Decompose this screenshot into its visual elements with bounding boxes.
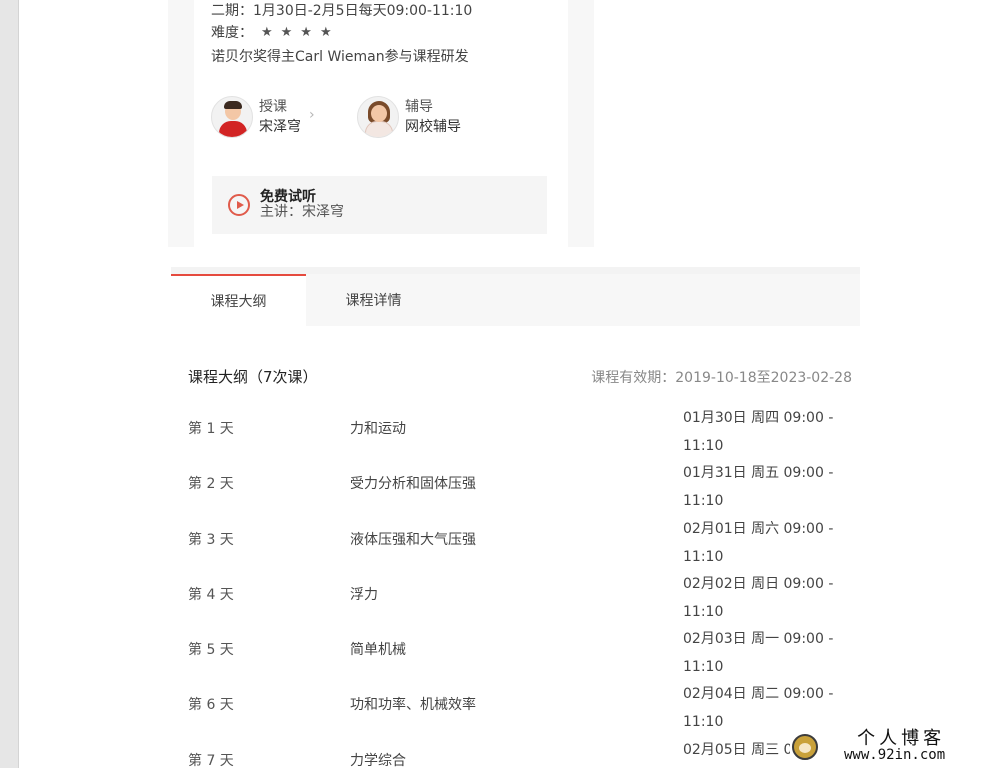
schedule-day: 第 7 天 bbox=[188, 752, 234, 768]
free-trial-lecturer: 主讲：宋泽穹 bbox=[260, 204, 344, 220]
teacher-card[interactable]: 授课 宋泽穹 › bbox=[211, 96, 315, 138]
outline-title: 课程大纲（7次课） bbox=[188, 368, 318, 386]
course-note: 诺贝尔奖得主Carl Wieman参与课程研发 bbox=[211, 49, 469, 65]
schedule-time: 02月02日 周日 09:00 - 11:10 bbox=[683, 575, 834, 620]
tutor-card: 辅导 网校辅导 bbox=[357, 96, 461, 138]
teacher-name: 宋泽穹 bbox=[259, 119, 301, 135]
course-difficulty: 难度： ★★★★ bbox=[211, 22, 340, 42]
chevron-right-icon: › bbox=[309, 107, 315, 123]
teacher-avatar bbox=[211, 96, 253, 138]
schedule-row: 第 5 天 简单机械 02月03日 周一 09:00 - 11:10 bbox=[188, 623, 852, 678]
schedule-topic: 液体压强和大气压强 bbox=[350, 531, 476, 548]
tutor-avatar bbox=[357, 96, 399, 138]
tutor-name: 网校辅导 bbox=[405, 119, 461, 135]
course-tabs: 课程大纲 课程详情 bbox=[171, 274, 860, 326]
tab-course-outline[interactable]: 课程大纲 bbox=[171, 274, 306, 326]
schedule-day: 第 3 天 bbox=[188, 531, 234, 548]
blog-watermark: 个人博客 www.92in.com bbox=[790, 726, 980, 768]
schedule-topic: 功和功率、机械效率 bbox=[350, 697, 476, 714]
schedule-day: 第 5 天 bbox=[188, 642, 234, 659]
schedule-time: 02月03日 周一 09:00 - 11:10 bbox=[683, 631, 834, 676]
schedule-row: 第 7 天 力学综合 02月05日 周三 09:00 - 11:10 bbox=[188, 734, 852, 768]
watermark-url: www.92in.com bbox=[844, 747, 946, 763]
difficulty-label: 难度： bbox=[211, 25, 253, 41]
schedule-topic: 力和运动 bbox=[350, 421, 406, 437]
mascot-icon bbox=[792, 734, 818, 760]
schedule-time: 01月30日 周四 09:00 - 11:10 bbox=[683, 410, 834, 454]
schedule-row: 第 1 天 力和运动 01月30日 周四 09:00 - 11:10 bbox=[188, 402, 852, 457]
schedule-time: 01月31日 周五 09:00 - 11:10 bbox=[683, 465, 834, 510]
schedule-row: 第 2 天 受力分析和固体压强 01月31日 周五 09:00 - 11:10 bbox=[188, 457, 852, 512]
course-period: 二期：1月30日-2月5日每天09:00-11:10 bbox=[211, 3, 473, 19]
schedule-topic: 简单机械 bbox=[350, 642, 406, 659]
difficulty-stars-icon: ★★★★ bbox=[261, 24, 340, 40]
schedule-topic: 浮力 bbox=[350, 586, 378, 603]
schedule-list: 第 1 天 力和运动 01月30日 周四 09:00 - 11:10 第 2 天… bbox=[188, 402, 852, 768]
schedule-day: 第 1 天 bbox=[188, 421, 234, 437]
schedule-row: 第 4 天 浮力 02月02日 周日 09:00 - 11:10 bbox=[188, 568, 852, 623]
tutor-role: 辅导 bbox=[405, 99, 433, 115]
validity-period: 课程有效期：2019-10-18至2023-02-28 bbox=[591, 369, 852, 386]
schedule-day: 第 6 天 bbox=[188, 697, 234, 714]
schedule-row: 第 6 天 功和功率、机械效率 02月04日 周二 09:00 - 11:10 bbox=[188, 678, 852, 733]
watermark-name: 个人博客 bbox=[857, 728, 946, 749]
play-icon bbox=[228, 194, 250, 216]
schedule-topic: 受力分析和固体压强 bbox=[350, 476, 476, 493]
schedule-day: 第 2 天 bbox=[188, 476, 234, 493]
tab-course-details[interactable]: 课程详情 bbox=[306, 274, 441, 326]
schedule-topic: 力学综合 bbox=[350, 752, 406, 768]
free-trial-button[interactable]: 免费试听 主讲：宋泽穹 bbox=[212, 176, 547, 234]
teacher-role: 授课 bbox=[259, 99, 287, 115]
course-panel: 课程大纲 课程详情 课程大纲（7次课） 课程有效期：2019-10-18至202… bbox=[171, 267, 860, 768]
schedule-time: 02月01日 周六 09:00 - 11:10 bbox=[683, 520, 834, 565]
free-trial-title: 免费试听 bbox=[260, 189, 316, 205]
left-scroll-rail bbox=[0, 0, 19, 768]
outline-header: 课程大纲（7次课） 课程有效期：2019-10-18至2023-02-28 bbox=[188, 366, 852, 387]
schedule-day: 第 4 天 bbox=[188, 586, 234, 603]
schedule-row: 第 3 天 液体压强和大气压强 02月01日 周六 09:00 - 11:10 bbox=[188, 513, 852, 568]
